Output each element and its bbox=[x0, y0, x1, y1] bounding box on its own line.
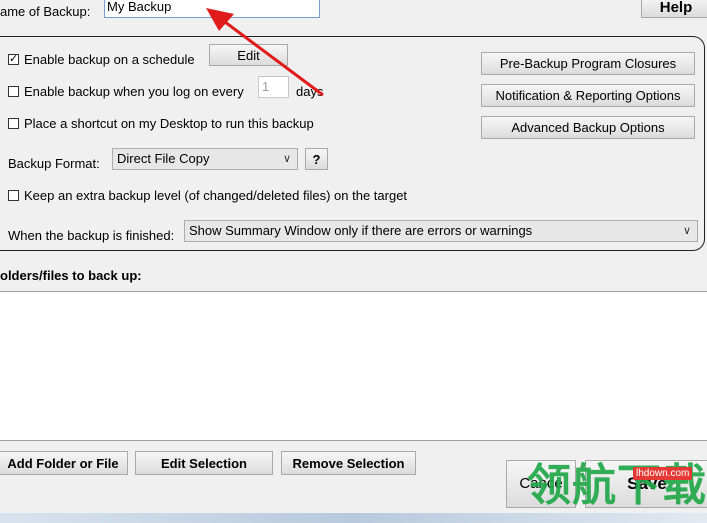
annotation-arrow bbox=[206, 8, 324, 97]
annotation-arrow-head bbox=[206, 8, 234, 31]
annotation-arrow-shaft bbox=[216, 14, 324, 97]
